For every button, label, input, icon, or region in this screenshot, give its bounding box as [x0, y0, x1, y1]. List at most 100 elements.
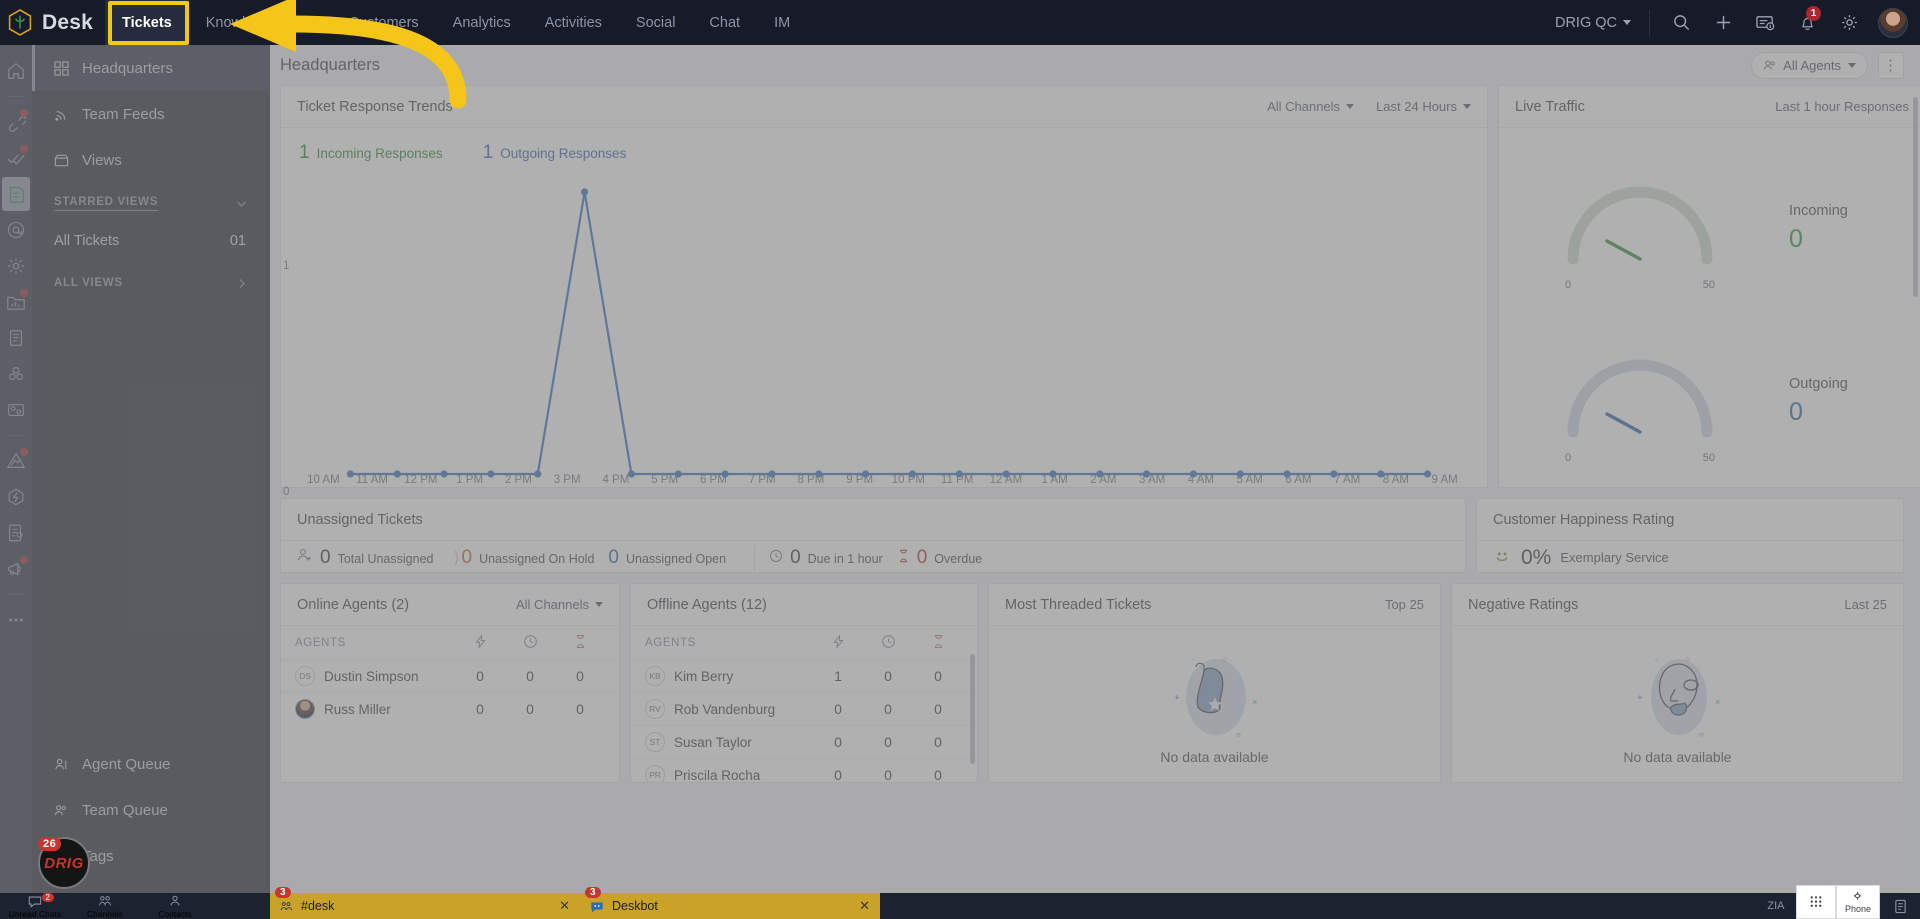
metric-unassigned-on-hold[interactable]: 0 Unassigned On Hold: [461, 547, 608, 569]
rail-item-megaphone[interactable]: [2, 552, 30, 586]
trend-point[interactable]: [1423, 470, 1432, 478]
settings-button[interactable]: [1828, 0, 1870, 45]
trend-point[interactable]: [1096, 470, 1104, 478]
rail-item-article[interactable]: [2, 516, 30, 550]
offline-agents-scrollbar[interactable]: [970, 654, 975, 764]
chart-channel-filter[interactable]: All Channels: [1267, 99, 1355, 114]
trend-point[interactable]: [815, 470, 823, 478]
phone-button[interactable]: Phone: [1835, 885, 1880, 919]
user-avatar[interactable]: [1878, 7, 1908, 38]
nav-item-chat[interactable]: Chat: [692, 0, 757, 45]
sidebar-item-team-queue[interactable]: Team Queue: [32, 787, 270, 833]
nav-item-tickets[interactable]: Tickets: [105, 0, 189, 45]
trend-point[interactable]: [908, 470, 917, 478]
online-agents-title: Online Agents (2): [297, 596, 410, 613]
negative-ratings-badge[interactable]: Last 25: [1844, 597, 1887, 612]
trend-point[interactable]: [1330, 470, 1338, 478]
trend-point[interactable]: [1377, 470, 1385, 478]
sidebar-item-team-feeds[interactable]: Team Feeds: [32, 91, 270, 137]
zia-button[interactable]: ZIA: [1756, 893, 1796, 919]
trend-point[interactable]: [580, 188, 589, 196]
drig-floating-badge[interactable]: 26 DRIG: [38, 837, 90, 889]
sidebar-item-headquarters[interactable]: Headquarters: [32, 45, 270, 91]
channels-button[interactable]: Channels: [70, 893, 140, 919]
all-views-group[interactable]: ALL VIEWS: [32, 263, 270, 303]
trend-point[interactable]: [487, 470, 495, 478]
online-agents-channel-filter[interactable]: All Channels: [516, 597, 603, 612]
trend-point[interactable]: [627, 470, 636, 478]
more-options-button[interactable]: ⋮: [1878, 51, 1904, 79]
trend-point[interactable]: [721, 470, 729, 478]
legend-incoming[interactable]: 1 Incoming Responses: [299, 142, 443, 164]
unread-chats-button[interactable]: Unread Chats 2: [0, 893, 70, 919]
rail-item-double-check[interactable]: [2, 141, 30, 175]
rail-item-community[interactable]: [2, 357, 30, 391]
rail-item-alert-triangle[interactable]: [2, 444, 30, 478]
rail-item-folder-chart[interactable]: [2, 285, 30, 319]
rail-item-home[interactable]: [2, 54, 30, 88]
close-icon[interactable]: ✕: [859, 898, 870, 914]
org-selector[interactable]: DRIG QC: [1555, 9, 1650, 36]
most-threaded-badge[interactable]: Top 25: [1385, 597, 1424, 612]
nav-item-customers[interactable]: Customers: [332, 0, 436, 45]
inbox-icon: [54, 154, 69, 166]
search-button[interactable]: [1660, 0, 1702, 45]
legend-outgoing[interactable]: 1 Outgoing Responses: [483, 142, 627, 164]
trend-point[interactable]: [1189, 470, 1198, 478]
sidebar-row-all-tickets[interactable]: All Tickets 01: [32, 223, 270, 259]
trend-point[interactable]: [674, 470, 682, 478]
dialpad-button[interactable]: [1795, 885, 1836, 919]
incoming-gauge-scale: 0 50: [1565, 279, 1715, 291]
rail-item-ticket[interactable]: [2, 177, 30, 211]
nav-item-social[interactable]: Social: [619, 0, 693, 45]
metric-total-unassigned[interactable]: 0 Total Unassigned: [297, 547, 447, 569]
table-row[interactable]: KB Kim Berry 1 0 0: [631, 659, 977, 692]
trend-point[interactable]: [1283, 470, 1291, 478]
chat-tab-deskbot[interactable]: 3 Deskbot ✕: [580, 887, 880, 919]
trend-point[interactable]: [346, 470, 355, 478]
chart-time-filter[interactable]: Last 24 Hours: [1376, 99, 1471, 114]
rail-item-at-mention[interactable]: [2, 213, 30, 247]
app-logo-icon[interactable]: [6, 8, 34, 38]
metric-due-in-1-hour[interactable]: 0 Due in 1 hour: [769, 547, 897, 569]
contacts-button[interactable]: Contacts: [140, 893, 210, 919]
nav-item-knowledge-base[interactable]: Knowledge Base: [189, 0, 332, 45]
trend-point[interactable]: [861, 470, 870, 478]
all-agents-filter[interactable]: All Agents: [1751, 51, 1868, 79]
nav-item-activities[interactable]: Activities: [528, 0, 619, 45]
notes-button[interactable]: [1880, 893, 1920, 919]
notifications-button[interactable]: 1: [1786, 0, 1828, 45]
rail-item-contacts[interactable]: [2, 393, 30, 427]
main-scrollbar[interactable]: [1913, 97, 1918, 297]
rail-item-link[interactable]: [2, 105, 30, 139]
add-button[interactable]: [1702, 0, 1744, 45]
trend-point[interactable]: [534, 470, 542, 478]
metric-unassigned-open[interactable]: 0 Unassigned Open: [608, 547, 740, 569]
chat-tab-desk[interactable]: 3 #desk ✕: [270, 887, 580, 919]
trend-point[interactable]: [955, 470, 963, 478]
trend-point[interactable]: [768, 470, 776, 478]
sidebar-item-views[interactable]: Views: [32, 137, 270, 183]
table-row[interactable]: ST Susan Taylor 0 0 0: [631, 725, 977, 758]
table-row[interactable]: RV Rob Vandenburg 0 0 0: [631, 692, 977, 725]
trend-point[interactable]: [1142, 470, 1151, 478]
trend-point[interactable]: [1049, 470, 1057, 478]
rail-item-flash[interactable]: [2, 480, 30, 514]
rail-item-settings-gear[interactable]: [2, 249, 30, 283]
nav-item-im[interactable]: IM: [757, 0, 807, 45]
trend-point[interactable]: [1002, 470, 1010, 478]
table-row[interactable]: DS Dustin Simpson 0 0 0: [281, 659, 619, 692]
table-row[interactable]: PR Priscila Rocha 0 0 0: [631, 758, 977, 782]
table-row[interactable]: Russ Miller 0 0 0: [281, 692, 619, 725]
nav-item-analytics[interactable]: Analytics: [436, 0, 528, 45]
trend-point[interactable]: [440, 470, 448, 478]
starred-views-group[interactable]: STARRED VIEWS: [32, 183, 270, 223]
rail-item-document[interactable]: [2, 321, 30, 355]
close-icon[interactable]: ✕: [559, 898, 570, 914]
trend-point[interactable]: [1236, 470, 1244, 478]
cards-button[interactable]: [1744, 0, 1786, 45]
sidebar-item-agent-queue[interactable]: Agent Queue: [32, 741, 270, 787]
rail-item-more[interactable]: [2, 603, 30, 637]
trend-point[interactable]: [393, 470, 401, 478]
metric-overdue[interactable]: 0 Overdue: [897, 547, 997, 569]
